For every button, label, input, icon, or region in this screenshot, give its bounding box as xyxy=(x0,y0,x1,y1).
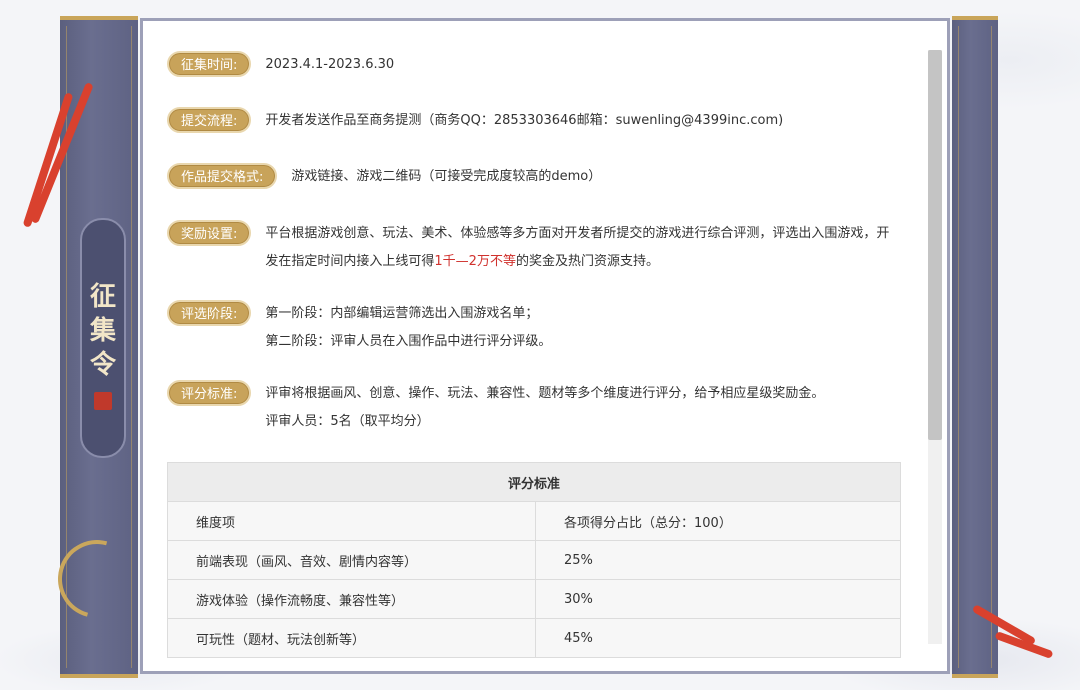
row-tag: 作品提交格式: xyxy=(167,163,278,189)
row-text: 第一阶段：内部编辑运营筛选出入围游戏名单； 第二阶段：评审人员在入围作品中进行评… xyxy=(265,300,551,356)
row-text: 开发者发送作品至商务提测（商务QQ：2853303646邮箱：suwenling… xyxy=(265,107,783,135)
banner-char: 征 xyxy=(89,282,116,312)
table-row: 维度项 各项得分占比（总分：100） xyxy=(167,501,901,541)
info-row-submit-process: 提交流程: 开发者发送作品至商务提测（商务QQ：2853303646邮箱：suw… xyxy=(167,107,783,135)
table-title: 评分标准 xyxy=(167,462,901,502)
reward-amount-highlight: 1千—2万不等 xyxy=(434,254,516,269)
row-line: 开发者发送作品至商务提测（商务QQ：2853303646邮箱：suwenling… xyxy=(265,113,784,128)
row-text: 平台根据游戏创意、玩法、美术、体验感等多方面对开发者所提交的游戏进行综合评测，评… xyxy=(265,220,889,276)
banner-char: 集 xyxy=(89,316,116,346)
row-tag: 奖励设置: xyxy=(167,220,252,246)
table-cell: 各项得分占比（总分：100） xyxy=(535,501,901,541)
scrollbar-thumb[interactable] xyxy=(928,50,942,440)
row-tag: 征集时间: xyxy=(167,51,252,77)
table-cell: 45% xyxy=(535,618,901,658)
row-line: 发在指定时间内接入上线可得1千—2万不等的奖金及热门资源支持。 xyxy=(265,248,889,276)
info-row-collection-time: 征集时间: 2023.4.1-2023.6.30 xyxy=(167,51,394,79)
info-row-selection-stages: 评选阶段: 第一阶段：内部编辑运营筛选出入围游戏名单； 第二阶段：评审人员在入围… xyxy=(167,300,551,356)
table-cell: 维度项 xyxy=(167,501,536,541)
row-line: 游戏链接、游戏二维码（可接受完成度较高的demo） xyxy=(291,169,602,184)
row-line: 第二阶段：评审人员在入围作品中进行评分评级。 xyxy=(265,334,552,349)
row-text: 游戏链接、游戏二维码（可接受完成度较高的demo） xyxy=(291,163,601,191)
row-line: 平台根据游戏创意、玩法、美术、体验感等多方面对开发者所提交的游戏进行综合评测，评… xyxy=(265,226,890,241)
scrollbar-track[interactable] xyxy=(928,50,942,644)
table-row: 游戏体验（操作流畅度、兼容性等） 30% xyxy=(167,579,901,619)
table-cell: 可玩性（题材、玩法创新等） xyxy=(167,618,536,658)
info-row-scoring-criteria: 评分标准: 评审将根据画风、创意、操作、玩法、兼容性、题材等多个维度进行评分，给… xyxy=(167,380,824,436)
table-row: 可玩性（题材、玩法创新等） 45% xyxy=(167,618,901,658)
row-text: 2023.4.1-2023.6.30 xyxy=(265,51,394,79)
table-cell: 游戏体验（操作流畅度、兼容性等） xyxy=(167,579,536,619)
row-line-part: 发在指定时间内接入上线可得 xyxy=(265,254,435,269)
banner-char: 令 xyxy=(89,350,116,380)
row-tag: 评选阶段: xyxy=(167,300,252,326)
table-cell: 前端表现（画风、音效、剧情内容等） xyxy=(167,540,536,580)
row-text: 评审将根据画风、创意、操作、玩法、兼容性、题材等多个维度进行评分，给予相应星级奖… xyxy=(265,380,824,436)
scoring-table: 评分标准 维度项 各项得分占比（总分：100） 前端表现（画风、音效、剧情内容等… xyxy=(167,462,901,658)
row-tag: 评分标准: xyxy=(167,380,252,406)
row-tag: 提交流程: xyxy=(167,107,252,133)
scroll-roller-right xyxy=(952,16,998,678)
row-line: 评审将根据画风、创意、操作、玩法、兼容性、题材等多个维度进行评分，给予相应星级奖… xyxy=(265,386,825,401)
vertical-title-banner: 征 集 令 xyxy=(80,218,126,458)
table-cell: 30% xyxy=(535,579,901,619)
table-cell: 25% xyxy=(535,540,901,580)
row-line-part: 的奖金及热门资源支持。 xyxy=(515,254,659,269)
info-row-submit-format: 作品提交格式: 游戏链接、游戏二维码（可接受完成度较高的demo） xyxy=(167,163,601,191)
row-line: 评审人员：5名（取平均分） xyxy=(265,414,430,429)
row-line: 2023.4.1-2023.6.30 xyxy=(265,57,395,72)
red-seal-icon xyxy=(94,392,112,410)
table-row: 前端表现（画风、音效、剧情内容等） 25% xyxy=(167,540,901,580)
row-line: 第一阶段：内部编辑运营筛选出入围游戏名单； xyxy=(265,306,539,321)
info-row-rewards: 奖励设置: 平台根据游戏创意、玩法、美术、体验感等多方面对开发者所提交的游戏进行… xyxy=(167,220,889,276)
